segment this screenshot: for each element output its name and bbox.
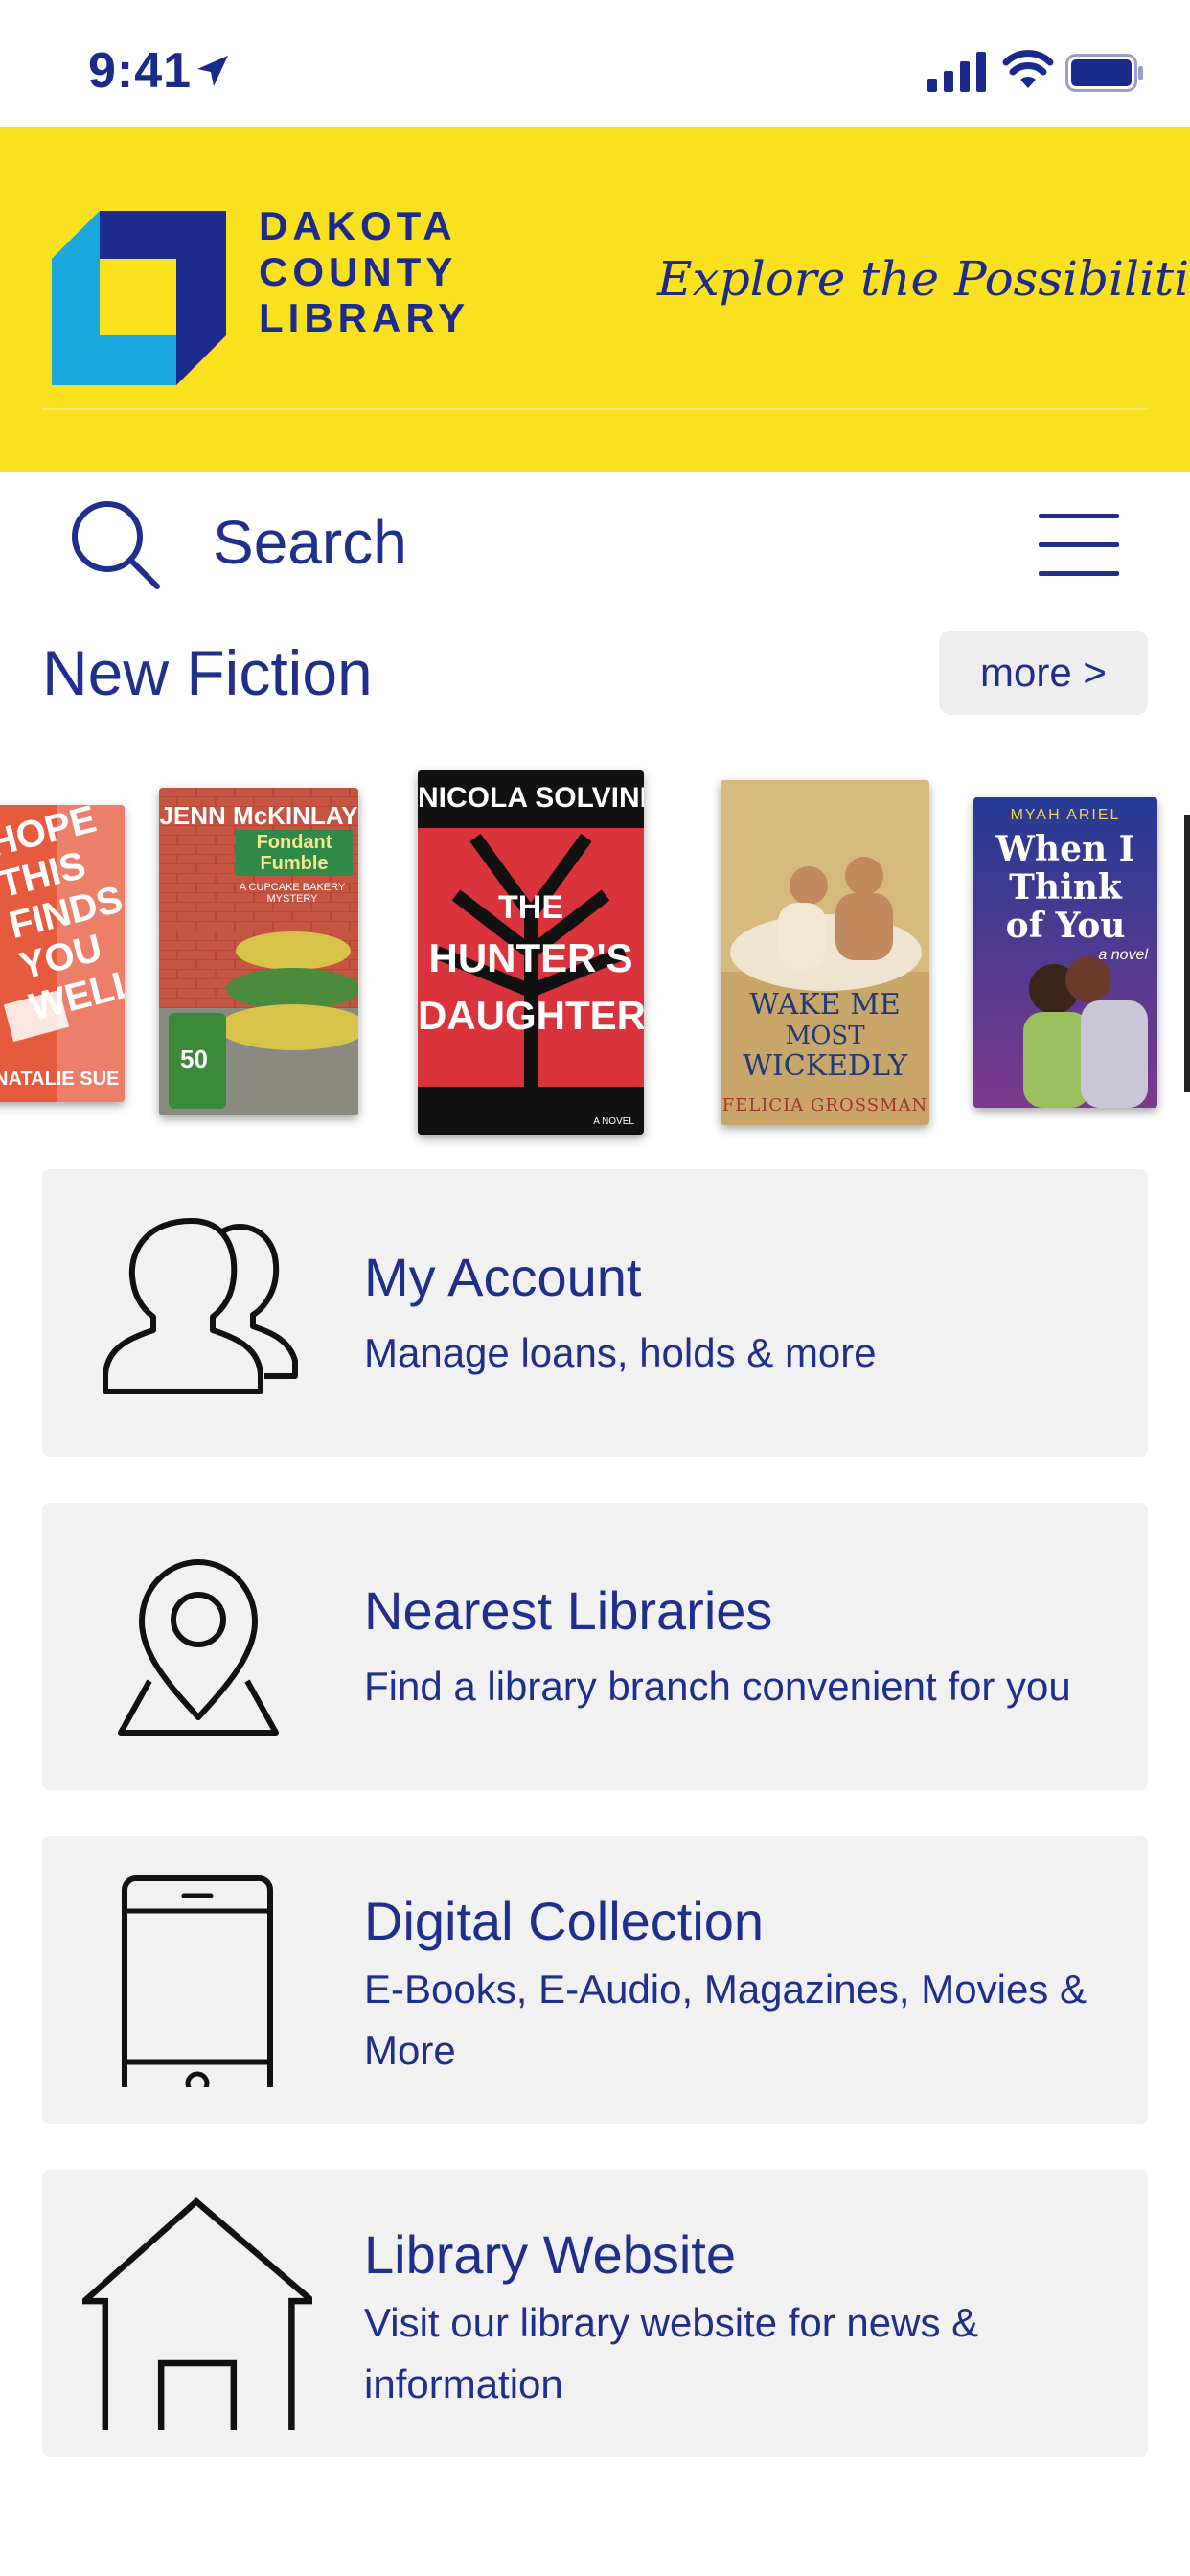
battery-icon <box>1065 54 1143 92</box>
book-carousel[interactable]: HOPE THIS FINDS YOU WELL NATALIE SUE JEN… <box>0 757 1190 1160</box>
book-3-title-1: THE <box>498 889 563 926</box>
section-title-new-fiction: New Fiction <box>42 637 373 708</box>
wifi-icon <box>1002 50 1054 88</box>
book-cover-5[interactable]: MYAH ARIEL When I Think of You a novel <box>973 797 1157 1108</box>
status-bar: 9:41 <box>0 0 1190 126</box>
my-account-subtitle: Manage loans, holds & more <box>364 1330 877 1375</box>
book-5-title-2: Think <box>1009 867 1122 908</box>
header-banner: DAKOTA COUNTY LIBRARY Explore the Possib… <box>0 126 1190 472</box>
nearest-libraries-subtitle: Find a library branch convenient for you <box>364 1664 1071 1709</box>
more-button[interactable]: more > <box>939 631 1148 715</box>
search-icon[interactable] <box>67 496 163 592</box>
logo-line-3: LIBRARY <box>259 295 470 340</box>
house-icon <box>82 2197 312 2430</box>
library-name: DAKOTA COUNTY LIBRARY <box>259 203 469 341</box>
book-2-title-2: Fumble <box>260 853 329 874</box>
book-4-title-1: WAKE ME <box>749 988 901 1022</box>
book-5-footer: a novel <box>1098 947 1148 963</box>
book-2-series: A CUPCAKE BAKERY MYSTERY <box>239 882 346 905</box>
book-3-title-2: HUNTER'S <box>428 935 633 980</box>
digital-collection-subtitle: E-Books, E-Audio, Magazines, Movies & Mo… <box>364 1966 1087 2073</box>
book-3-author: NICOLA SOLVINIC <box>418 782 644 814</box>
book-cover-2[interactable]: JENN McKINLAY Fondant Fumble A CUPCAKE B… <box>159 788 358 1116</box>
book-cover-3[interactable]: NICOLA SOLVINIC THE HUNTER'S DAUGHTER A … <box>418 770 644 1135</box>
book-cover-4[interactable]: WAKE ME MOST WICKEDLY FELICIA GROSSMAN <box>721 780 929 1125</box>
digital-collection-card[interactable]: Digital Collection E-Books, E-Audio, Mag… <box>42 1836 1148 2124</box>
book-4-title-2: MOST <box>785 1022 865 1050</box>
book-5-title-3: of You <box>1005 906 1126 946</box>
book-2-title-1: Fondant <box>256 832 332 853</box>
cellular-signal-icon <box>927 52 986 92</box>
library-website-subtitle: Visit our library website for news & inf… <box>364 2300 979 2406</box>
status-time: 9:41 <box>88 43 193 99</box>
tagline: Explore the Possibilities <box>657 251 1190 307</box>
people-icon <box>103 1218 298 1394</box>
book-cover-1[interactable]: HOPE THIS FINDS YOU WELL NATALIE SUE <box>0 805 125 1102</box>
banner-divider <box>42 408 1148 410</box>
phone-icon <box>122 1875 273 2087</box>
map-pin-icon <box>118 1559 279 1736</box>
nearest-libraries-title: Nearest Libraries <box>364 1580 773 1641</box>
book-4-author: FELICIA GROSSMAN <box>721 1095 928 1116</box>
library-logo-icon <box>52 211 226 385</box>
library-website-card[interactable]: Library Website Visit our library websit… <box>42 2170 1148 2457</box>
my-account-title: My Account <box>364 1247 642 1307</box>
hamburger-menu-icon[interactable] <box>1039 510 1119 579</box>
search-bar <box>0 472 1190 615</box>
book-2-badge: 50 <box>180 1045 208 1073</box>
nearest-libraries-card[interactable]: Nearest Libraries Find a library branch … <box>42 1503 1148 1790</box>
book-3-title-3: DAUGHTER <box>418 993 644 1038</box>
logo-line-2: COUNTY <box>259 249 458 294</box>
book-5-title-1: When I <box>995 829 1135 869</box>
logo-line-1: DAKOTA <box>259 203 457 248</box>
my-account-card[interactable]: My Account Manage loans, holds & more <box>42 1169 1148 1457</box>
book-4-title-3: WICKEDLY <box>743 1049 907 1083</box>
search-input[interactable] <box>213 504 883 581</box>
book-2-author: JENN McKINLAY <box>159 801 358 830</box>
book-3-footer: A NOVEL <box>593 1116 634 1127</box>
book-1-author: NATALIE SUE <box>0 1069 120 1090</box>
book-5-author: MYAH ARIEL <box>1010 807 1121 823</box>
library-website-title: Library Website <box>364 2224 737 2285</box>
location-arrow-icon <box>197 56 228 86</box>
digital-collection-title: Digital Collection <box>364 1891 765 1951</box>
book-cover-6-edge[interactable] <box>1184 815 1190 1092</box>
